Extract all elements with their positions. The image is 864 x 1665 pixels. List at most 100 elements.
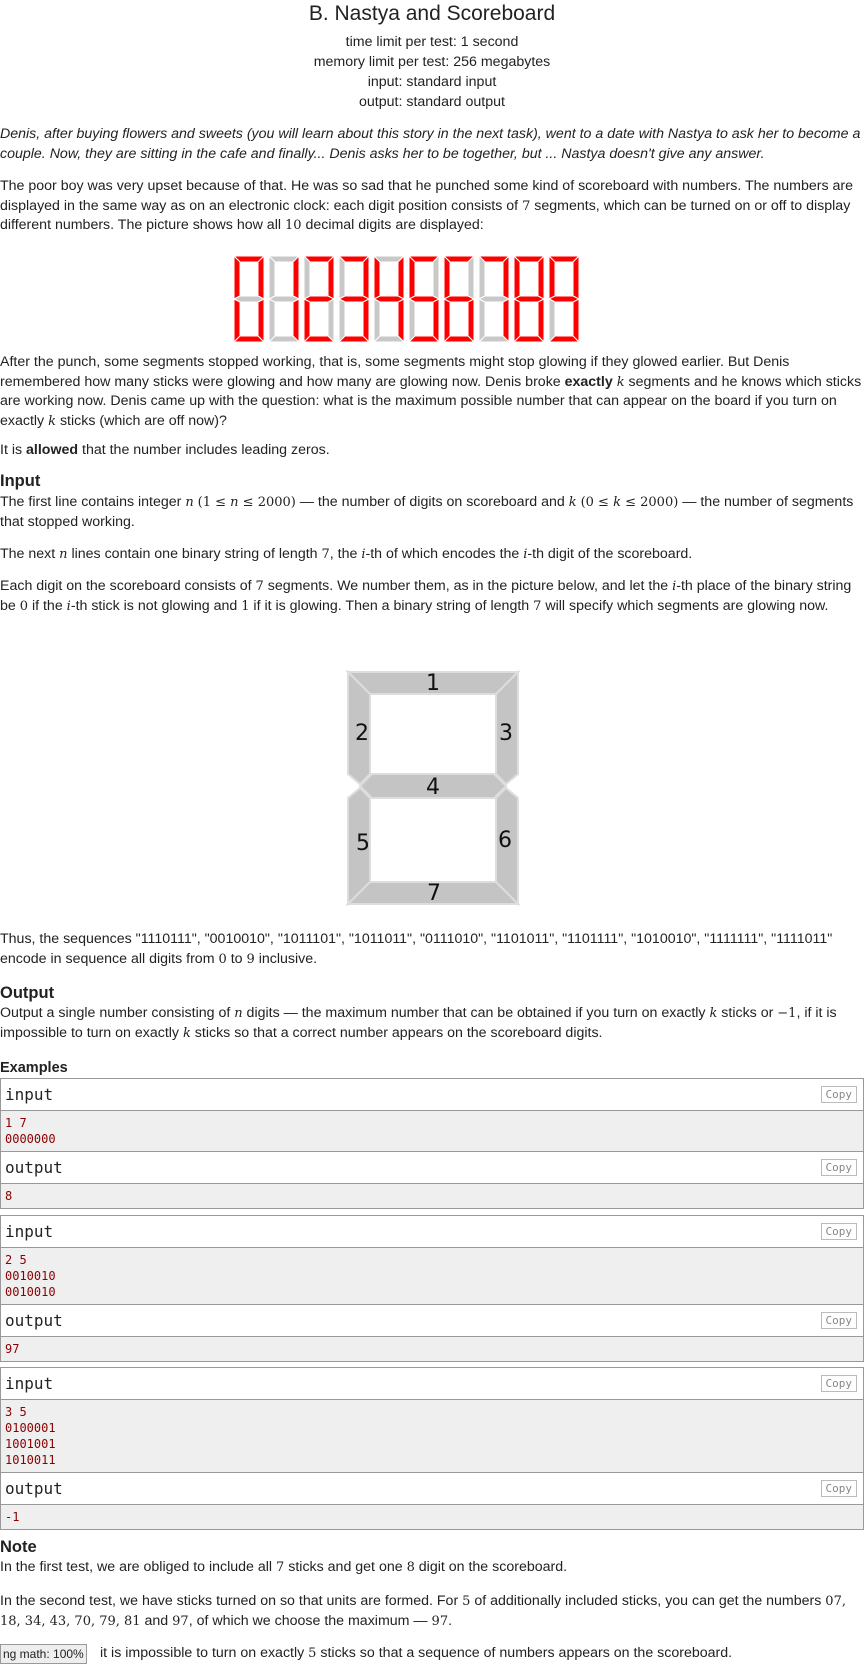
- digit-segment: [512, 335, 546, 343]
- digit-segment: [432, 298, 440, 343]
- digit-2: [302, 255, 336, 343]
- example-2: input Copy 2 5 0010010 0010010 output Copy…: [0, 1215, 864, 1362]
- copy-button[interactable]: Copy: [820, 1223, 857, 1240]
- digit-segment: [232, 335, 266, 343]
- digit-segment: [372, 335, 406, 343]
- digit-segment: [547, 335, 581, 343]
- example-output: -1: [1, 1505, 863, 1529]
- digit-segment: [362, 255, 370, 300]
- digit-5: [407, 255, 441, 343]
- digit-segment: [477, 335, 511, 343]
- digit-segment: [432, 255, 440, 300]
- digit-segment: [513, 255, 521, 300]
- digit-segment: [292, 255, 300, 300]
- digit-3: [337, 255, 371, 343]
- sequences-text: Thus, the sequences "1110111", "0010010"…: [0, 931, 833, 967]
- segment-diagram: 1 2 3 4 5 6 7: [346, 670, 520, 906]
- example-input: 3 5 0100001 1001001 1010011: [1, 1400, 863, 1473]
- segment-label-3: 3: [499, 721, 513, 746]
- digit-segment: [502, 255, 510, 300]
- input-label: input: [5, 1085, 54, 1104]
- digit-segment: [327, 255, 335, 300]
- digit-segment: [327, 298, 335, 343]
- digit-segment: [467, 298, 475, 343]
- digit-0: [232, 255, 266, 343]
- digit-segment: [257, 255, 265, 300]
- output-text: Output a single number consisting of n d…: [0, 1005, 837, 1041]
- example-output: 97: [1, 1337, 863, 1361]
- example-3: input Copy 3 5 0100001 1001001 1010011 ou…: [0, 1367, 864, 1530]
- input-label: input: [5, 1374, 54, 1393]
- digit-8: [512, 255, 546, 343]
- paragraph-2: After the punch, some segments stopped w…: [0, 354, 862, 429]
- digit-segment: [502, 298, 510, 343]
- digit-segment: [233, 298, 241, 343]
- segment-label-1: 1: [426, 671, 440, 696]
- copy-button[interactable]: Copy: [820, 1159, 857, 1176]
- input-p2: The next n lines contain one binary stri…: [0, 546, 693, 562]
- problem-title: B. Nastya and Scoreboard: [308, 2, 556, 25]
- digit-segment: [572, 298, 580, 343]
- copy-button[interactable]: Copy: [820, 1086, 857, 1103]
- note-p2: In the second test, we have sticks turne…: [0, 1593, 846, 1629]
- segment-label-5: 5: [356, 831, 370, 856]
- output-label: output: [5, 1311, 63, 1330]
- segment-label-4: 4: [426, 775, 440, 800]
- output-spec: output: standard output: [359, 94, 505, 110]
- digit-segment: [303, 298, 311, 343]
- digit-segment: [267, 335, 301, 343]
- example-input: 1 7 0000000: [1, 1111, 863, 1152]
- memory-limit: memory limit per test: 256 megabytes: [313, 54, 551, 70]
- digit-segment: [338, 298, 346, 343]
- digit-segment: [397, 298, 405, 343]
- input-label: input: [5, 1222, 54, 1241]
- digit-segment: [257, 298, 265, 343]
- digit-segment: [373, 255, 381, 300]
- digit-segment: [467, 255, 475, 300]
- digit-segment: [292, 298, 300, 343]
- digit-1: [267, 255, 301, 343]
- digit-segment: [537, 255, 545, 300]
- math-zoom-badge[interactable]: ng math: 100%: [0, 1644, 87, 1664]
- digit-segment: [268, 298, 276, 343]
- input-p1: The first line contains integer n (1 ≤ n…: [0, 494, 854, 530]
- segment-label-7: 7: [427, 881, 441, 906]
- digit-segment: [397, 255, 405, 300]
- digit-segment: [548, 298, 556, 343]
- segment-label-2: 2: [355, 721, 369, 746]
- note-p1: In the first test, we are obliged to inc…: [0, 1559, 568, 1575]
- examples-heading: Examples: [0, 1060, 68, 1076]
- digit-segment: [408, 298, 416, 343]
- digit-4: [372, 255, 406, 343]
- copy-button[interactable]: Copy: [820, 1480, 857, 1497]
- digit-segment: [362, 298, 370, 343]
- digit-segment: [408, 255, 416, 300]
- digit-segment: [373, 298, 381, 343]
- output-label: output: [5, 1479, 63, 1498]
- digit-6: [442, 255, 476, 343]
- digit-segment: [478, 298, 486, 343]
- copy-button[interactable]: Copy: [820, 1375, 857, 1392]
- digit-segment: [443, 255, 451, 300]
- input-heading: Input: [0, 472, 41, 490]
- example-input: 2 5 0010010 0010010: [1, 1248, 863, 1305]
- time-limit: time limit per test: 1 second: [345, 34, 519, 50]
- input-p3: Each digit on the scoreboard consists of…: [0, 578, 852, 614]
- example-output: 8: [1, 1184, 863, 1208]
- intro-text: Denis, after buying flowers and sweets (…: [0, 126, 861, 162]
- copy-button[interactable]: Copy: [820, 1312, 857, 1329]
- digit-segment: [268, 255, 276, 300]
- digit-segment: [537, 298, 545, 343]
- digit-segment: [478, 255, 486, 300]
- digit-7: [477, 255, 511, 343]
- digit-segment: [442, 335, 476, 343]
- paragraph-3: It is allowed that the number includes l…: [0, 442, 330, 458]
- note-p3: it is impossible to turn on exactly 5 st…: [100, 1645, 733, 1661]
- digit-9: [547, 255, 581, 343]
- digit-segment: [337, 335, 371, 343]
- digit-segment: [338, 255, 346, 300]
- digit-segment: [407, 335, 441, 343]
- output-label: output: [5, 1158, 63, 1177]
- note-heading: Note: [0, 1538, 37, 1556]
- digit-segment: [303, 255, 311, 300]
